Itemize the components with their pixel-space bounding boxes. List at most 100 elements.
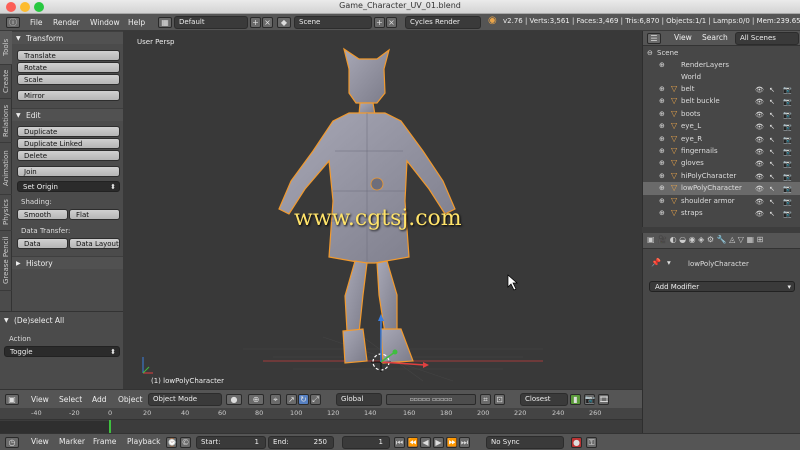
outliner-object-row[interactable]: ⊕ ▽ belt 👁 ↖ 📷 (643, 83, 800, 95)
selectable-arrow-icon[interactable]: ↖ (769, 171, 775, 183)
editor-type-icon[interactable]: ⓘ (6, 17, 20, 28)
redo-panel-header[interactable]: ▼ (De)select All (0, 314, 123, 327)
jump-start-icon[interactable]: ⏮ (394, 437, 405, 448)
outliner-object-row[interactable]: ⊕ ▽ straps 👁 ↖ 📷 (643, 207, 800, 219)
visibility-eye-icon[interactable]: 👁 (755, 158, 764, 170)
scale-manipulator-icon[interactable]: ⤢ (310, 394, 321, 405)
selectable-arrow-icon[interactable]: ↖ (769, 134, 775, 146)
outliner-world[interactable]: World (643, 71, 800, 83)
pivot-point-icon[interactable]: ⊕ (248, 394, 264, 405)
remove-layout-icon[interactable]: × (262, 17, 273, 28)
selectable-arrow-icon[interactable]: ↖ (769, 96, 775, 108)
lock-layers-icon[interactable]: ⌗ (480, 394, 491, 405)
manipulator-toggle-icon[interactable]: ⌖ (270, 394, 281, 405)
visibility-eye-icon[interactable]: 👁 (755, 96, 764, 108)
render-camera-icon[interactable]: 📷 (783, 146, 792, 158)
visibility-eye-icon[interactable]: 👁 (755, 171, 764, 183)
scale-button[interactable]: Scale (17, 74, 120, 85)
menu-playback[interactable]: Playback (124, 436, 163, 447)
visibility-eye-icon[interactable]: 👁 (755, 196, 764, 208)
outliner-renderlayers[interactable]: ⊕ RenderLayers (643, 59, 800, 71)
outliner-object-row[interactable]: ⊕ ▽ hiPolyCharacter 👁 ↖ 📷 (643, 170, 800, 182)
duplicate-button[interactable]: Duplicate (17, 126, 120, 137)
join-button[interactable]: Join (17, 166, 120, 177)
remove-scene-icon[interactable]: × (386, 17, 397, 28)
preview-range-icon[interactable]: ⌚ (166, 437, 177, 448)
menu-view[interactable]: View (671, 32, 695, 43)
render-camera-icon[interactable]: 📷 (783, 158, 792, 170)
use-preview-range-icon[interactable]: © (180, 437, 191, 448)
properties-tabs[interactable]: ▣ 🎥 ◐ ◒ ◉ ◈ ⚙ 🔧 ◬ ▽ ▦ ⊞ (643, 233, 800, 249)
render-camera-icon[interactable]: 📷 (783, 134, 792, 146)
next-keyframe-icon[interactable]: ⏩ (446, 437, 457, 448)
play-reverse-icon[interactable]: ◀ (420, 437, 431, 448)
visibility-eye-icon[interactable]: 👁 (755, 146, 764, 158)
data-layout-button[interactable]: Data Layout (69, 238, 120, 249)
render-camera-icon[interactable]: 📷 (783, 121, 792, 133)
outliner-object-row[interactable]: ⊕ ▽ fingernails 👁 ↖ 📷 (643, 145, 800, 157)
display-mode-dropdown[interactable]: All Scenes (735, 32, 799, 45)
render-camera-icon[interactable]: 📷 (783, 109, 792, 121)
action-dropdown[interactable]: Toggle ⬍ (4, 346, 120, 357)
outliner-object-row[interactable]: ⊕ ▽ belt buckle 👁 ↖ 📷 (643, 95, 800, 107)
scene-field[interactable]: Scene (294, 16, 372, 29)
visibility-eye-icon[interactable]: 👁 (755, 121, 764, 133)
menu-help[interactable]: Help (125, 16, 148, 29)
transform-panel-header[interactable]: ▼ Transform (12, 31, 123, 44)
visibility-eye-icon[interactable]: 👁 (755, 84, 764, 96)
opengl-render-animation-icon[interactable]: 🎞 (598, 394, 609, 405)
tab-relations[interactable]: Relations (0, 99, 12, 143)
viewport-shading-icon[interactable]: ● (226, 394, 242, 405)
outliner-object-row[interactable]: ⊕ ▽ gloves 👁 ↖ 📷 (643, 157, 800, 169)
render-camera-icon[interactable]: 📷 (783, 96, 792, 108)
timeline-editor-icon[interactable]: ◷ (5, 437, 19, 448)
render-camera-icon[interactable]: 📷 (783, 196, 792, 208)
outliner-object-row[interactable]: ⊕ ▽ eye_L 👁 ↖ 📷 (643, 120, 800, 132)
menu-select[interactable]: Select (56, 394, 85, 405)
selectable-arrow-icon[interactable]: ↖ (769, 158, 775, 170)
selectable-arrow-icon[interactable]: ↖ (769, 146, 775, 158)
selectable-arrow-icon[interactable]: ↖ (769, 109, 775, 121)
menu-object[interactable]: Object (115, 394, 145, 405)
flat-button[interactable]: Flat (69, 209, 120, 220)
layout-icon[interactable]: ▦ (158, 17, 172, 28)
selectable-arrow-icon[interactable]: ↖ (769, 183, 775, 195)
add-layout-icon[interactable]: + (250, 17, 261, 28)
set-origin-dropdown[interactable]: Set Origin ⬍ (17, 181, 120, 192)
edit-panel-header[interactable]: ▼ Edit (12, 108, 123, 121)
visibility-eye-icon[interactable]: 👁 (755, 183, 764, 195)
timeline-area[interactable]: -40 -20 0 20 40 60 80 100 120 140 160 18… (0, 408, 642, 433)
outliner-object-row[interactable]: ⊕ ▽ lowPolyCharacter 👁 ↖ 📷 (643, 182, 800, 195)
history-panel-header[interactable]: ▶ History (12, 256, 123, 269)
visibility-eye-icon[interactable]: 👁 (755, 208, 764, 220)
3d-viewport[interactable]: User Persp www.cgtsj.com (1) lowPolyChar… (123, 31, 642, 389)
render-preview-icon[interactable]: ▮ (570, 394, 581, 405)
render-engine-dropdown[interactable]: Cycles Render (405, 16, 481, 29)
tab-tools[interactable]: Tools (0, 31, 12, 65)
render-camera-icon[interactable]: 📷 (783, 183, 792, 195)
tab-physics[interactable]: Physics (0, 195, 12, 231)
outliner-object-row[interactable]: ⊕ ▽ boots 👁 ↖ 📷 (643, 108, 800, 120)
sync-mode-dropdown[interactable]: No Sync (486, 436, 564, 449)
menu-view[interactable]: View (28, 394, 52, 405)
play-icon[interactable]: ▶ (433, 437, 444, 448)
snap-target-dropdown[interactable]: Closest (520, 393, 568, 406)
delete-button[interactable]: Delete (17, 150, 120, 161)
add-modifier-dropdown[interactable]: Add Modifier ▾ (649, 281, 795, 292)
menu-render[interactable]: Render (50, 16, 83, 29)
outliner-scene[interactable]: ⊖ Scene (643, 47, 800, 59)
translate-button[interactable]: Translate (17, 50, 120, 61)
tab-create[interactable]: Create (0, 65, 12, 99)
render-camera-icon[interactable]: 📷 (783, 171, 792, 183)
outliner-editor-icon[interactable]: ☰ (647, 33, 661, 44)
menu-search[interactable]: Search (699, 32, 731, 43)
menu-file[interactable]: File (27, 16, 46, 29)
tab-grease-pencil[interactable]: Grease Pencil (0, 231, 12, 291)
end-frame-field[interactable]: End: 250 (268, 436, 334, 449)
add-scene-icon[interactable]: + (374, 17, 385, 28)
menu-view[interactable]: View (28, 436, 52, 447)
layout-field[interactable]: Default (174, 16, 248, 29)
tab-animation[interactable]: Animation (0, 143, 12, 195)
opengl-render-icon[interactable]: 📷 (584, 394, 595, 405)
start-frame-field[interactable]: Start: 1 (196, 436, 266, 449)
